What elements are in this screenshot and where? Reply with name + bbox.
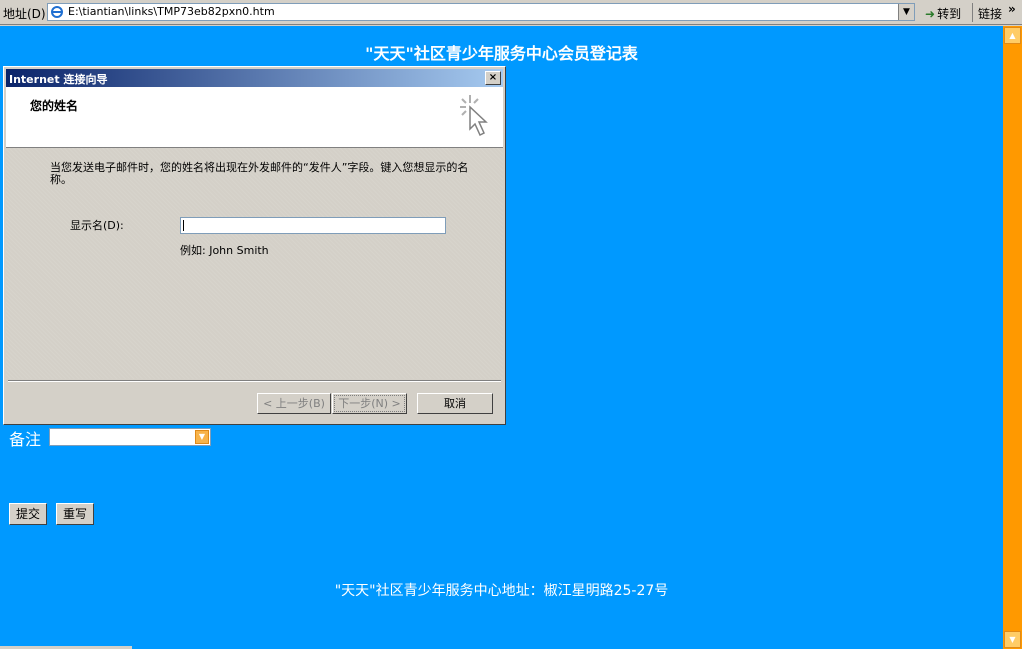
address-label: 地址(D)	[3, 7, 46, 21]
next-button[interactable]: 下一步(N) >	[332, 393, 407, 414]
chevron-right-icon[interactable]: »	[1008, 2, 1016, 16]
dialog-titlebar[interactable]: Internet 连接向导 ×	[6, 69, 503, 87]
footer-address: "天天"社区青少年服务中心地址：椒江星明路25-27号	[334, 583, 669, 599]
display-name-input[interactable]	[180, 217, 446, 234]
wizard-cursor-icon	[460, 95, 488, 137]
close-icon[interactable]: ×	[485, 71, 501, 85]
submit-button[interactable]: 提交	[9, 503, 47, 525]
address-bar: 地址(D) E:\tiantian\links\TMP73eb82pxn0.ht…	[0, 0, 1022, 25]
cancel-button[interactable]: 取消	[417, 393, 493, 414]
go-label: 转到	[937, 7, 962, 21]
display-name-label: 显示名(D):	[70, 219, 124, 232]
connection-wizard-dialog: Internet 连接向导 × 您的姓名 当您发送电子邮件时，您的姓名将出现在外…	[3, 66, 506, 425]
dialog-heading: 您的姓名	[30, 99, 79, 113]
remarks-label: 备注	[9, 430, 42, 449]
go-arrow-icon: ➜	[925, 7, 936, 21]
dialog-divider	[8, 380, 501, 382]
page-title: "天天"社区青少年服务中心会员登记表	[365, 44, 638, 63]
address-input[interactable]: E:\tiantian\links\TMP73eb82pxn0.htm ▼	[47, 3, 915, 21]
example-text: 例如: John Smith	[180, 244, 269, 257]
remarks-select[interactable]: ▼	[49, 428, 211, 446]
dialog-description: 当您发送电子邮件时，您的姓名将出现在外发邮件的“发件人”字段。键入您想显示的名称…	[50, 161, 469, 186]
links-button[interactable]: 链接	[978, 5, 1002, 22]
ie-icon	[51, 6, 63, 18]
toolbar-divider	[972, 3, 973, 22]
dialog-title: Internet 连接向导	[9, 73, 108, 86]
chevron-down-icon[interactable]: ▼	[195, 430, 209, 444]
go-button[interactable]: ➜ 转到	[925, 5, 961, 22]
dropdown-arrow-icon[interactable]: ▼	[898, 4, 914, 20]
address-url: E:\tiantian\links\TMP73eb82pxn0.htm	[68, 5, 275, 18]
back-button[interactable]: < 上一步(B)	[257, 393, 331, 414]
dialog-header: 您的姓名	[6, 87, 503, 148]
text-caret	[183, 220, 184, 231]
scroll-up-icon[interactable]: ▲	[1004, 27, 1021, 44]
vertical-scrollbar[interactable]: ▲ ▼	[1003, 26, 1022, 649]
reset-button[interactable]: 重写	[56, 503, 94, 525]
scroll-down-icon[interactable]: ▼	[1004, 631, 1021, 648]
